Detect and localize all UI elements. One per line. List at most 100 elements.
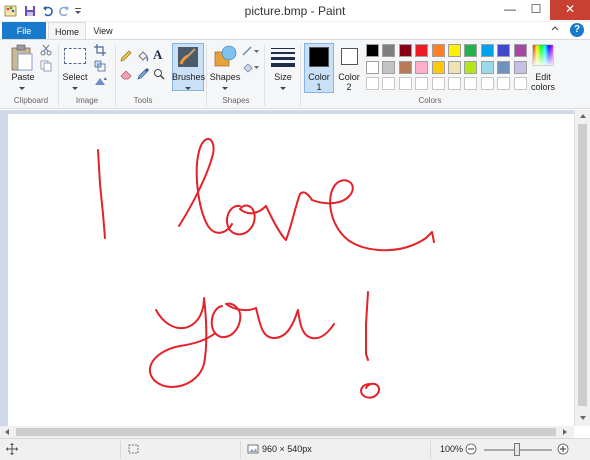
rotate-icon[interactable] [94, 76, 108, 88]
palette-swatch[interactable] [448, 44, 461, 57]
paste-icon[interactable] [10, 44, 34, 74]
palette-swatch[interactable] [366, 44, 379, 57]
palette-swatch[interactable] [464, 77, 478, 90]
title-bar: picture.bmp - Paint — ☐ ✕ [0, 0, 590, 22]
scroll-right-icon[interactable] [562, 428, 568, 438]
image-group-label: Image [75, 96, 99, 105]
palette-swatch[interactable] [431, 44, 445, 57]
fill-icon[interactable] [137, 50, 149, 64]
palette-swatch[interactable] [431, 77, 445, 90]
scroll-up-icon[interactable] [579, 112, 587, 121]
palette-swatch[interactable] [398, 77, 412, 90]
outline-icon[interactable] [242, 46, 260, 58]
palette-swatch[interactable] [513, 77, 527, 90]
color-picker-icon[interactable] [137, 68, 149, 82]
palette-swatch[interactable] [497, 60, 511, 74]
palette-swatch[interactable] [480, 77, 494, 90]
size-dropdown-icon[interactable] [279, 84, 287, 94]
stroke-letter-e [311, 179, 435, 252]
size-icon[interactable] [270, 46, 296, 70]
color1-number: 1 [316, 82, 322, 92]
help-button[interactable]: ? [570, 23, 584, 37]
paste-dropdown-icon[interactable] [18, 84, 26, 94]
minimize-button[interactable]: — [496, 0, 524, 20]
palette-swatch[interactable] [497, 44, 511, 57]
palette-swatch[interactable] [415, 44, 429, 57]
handwriting [97, 137, 435, 399]
palette-swatch[interactable] [398, 44, 412, 57]
maximize-button[interactable]: ☐ [522, 0, 550, 20]
ribbon-tabs: File Home View ? [0, 22, 590, 40]
zoom-in-icon[interactable] [557, 443, 569, 457]
scroll-down-icon[interactable] [579, 414, 587, 423]
palette-swatch[interactable] [480, 44, 494, 57]
stroke-letter-y [148, 297, 215, 388]
stroke-letter-o2 [210, 302, 257, 339]
ribbon: Paste Clipboard Select Image A Tools Bru… [0, 39, 590, 109]
scroll-left-icon[interactable] [4, 428, 10, 438]
zoom-out-icon[interactable] [465, 443, 477, 457]
brush-icon [177, 46, 199, 70]
color1-swatch [309, 47, 329, 67]
select-button-label[interactable]: Select [58, 72, 92, 82]
palette-swatch[interactable] [382, 44, 396, 57]
status-divider [430, 441, 431, 459]
resize-icon[interactable] [94, 60, 106, 74]
palette-swatch[interactable] [415, 60, 429, 74]
minimize-ribbon-icon[interactable] [550, 24, 560, 36]
tab-file[interactable]: File [2, 22, 46, 40]
palette-swatch[interactable] [513, 60, 527, 74]
palette-swatch[interactable] [480, 60, 494, 74]
palette-swatch[interactable] [415, 77, 429, 90]
pencil-icon[interactable] [120, 50, 132, 64]
text-tool-icon[interactable]: A [153, 47, 162, 63]
shapes-icon[interactable] [214, 45, 238, 71]
color2-swatch[interactable] [341, 48, 358, 65]
palette-swatch[interactable] [382, 60, 396, 74]
palette-swatch[interactable] [464, 44, 478, 57]
shapes-dropdown-icon[interactable] [221, 84, 229, 94]
brushes-dropdown-icon[interactable] [184, 84, 192, 94]
cut-icon[interactable] [40, 44, 52, 58]
palette-swatch[interactable] [448, 60, 461, 74]
color2-number[interactable]: 2 [334, 82, 364, 92]
palette-swatch[interactable] [431, 60, 445, 74]
zoom-slider-thumb[interactable] [514, 443, 520, 456]
tab-home[interactable]: Home [48, 22, 86, 40]
shapes-label[interactable]: Shapes [208, 72, 242, 82]
edit-colors-label-1[interactable]: Edit [526, 72, 560, 82]
palette-swatch[interactable] [448, 77, 461, 90]
stroke-exclamation-line [365, 291, 369, 361]
horizontal-scrollbar[interactable] [0, 426, 574, 438]
size-label[interactable]: Size [268, 72, 298, 82]
palette-swatch[interactable] [464, 60, 478, 74]
edit-colors-icon[interactable] [532, 44, 554, 68]
canvas-workspace [0, 110, 574, 426]
paste-button-label[interactable]: Paste [6, 72, 40, 82]
select-dropdown-icon[interactable] [71, 84, 79, 94]
horizontal-scroll-thumb[interactable] [16, 428, 556, 436]
edit-colors-label-2[interactable]: colors [526, 82, 560, 92]
color2-label[interactable]: Color [334, 72, 364, 82]
eraser-icon[interactable] [120, 68, 132, 82]
close-button[interactable]: ✕ [550, 0, 590, 20]
stroke-letter-u [255, 307, 335, 340]
palette-swatch[interactable] [366, 60, 379, 74]
tab-view[interactable]: View [86, 22, 120, 40]
crop-icon[interactable] [94, 44, 106, 58]
fill-style-icon[interactable] [242, 62, 260, 76]
vertical-scroll-thumb[interactable] [578, 124, 587, 406]
palette-swatch[interactable] [382, 77, 396, 90]
vertical-scrollbar[interactable] [574, 110, 590, 426]
select-icon[interactable] [64, 48, 86, 64]
status-bar: 960 × 540px 100% [0, 438, 590, 460]
palette-swatch[interactable] [366, 77, 379, 90]
palette-swatch[interactable] [497, 77, 511, 90]
palette-swatch[interactable] [398, 60, 412, 74]
copy-icon[interactable] [40, 60, 52, 74]
color-palette [366, 44, 530, 94]
image-dimensions: 960 × 540px [262, 444, 312, 454]
magnifier-icon[interactable] [153, 68, 165, 82]
palette-swatch[interactable] [513, 44, 527, 57]
drawing-canvas[interactable] [8, 114, 574, 426]
